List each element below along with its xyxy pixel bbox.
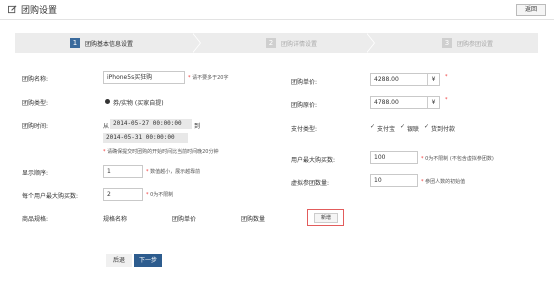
max-per-user-hint: * 0为不限制 xyxy=(146,192,174,198)
back-button[interactable]: 返回 xyxy=(516,4,546,16)
required-mark: * xyxy=(445,97,448,103)
time-from-label: 从 xyxy=(103,123,110,130)
page-header: 团购设置 返回 xyxy=(0,0,554,20)
group-time-label: 团购时间: xyxy=(22,123,49,130)
original-price-label: 团购原价: xyxy=(291,102,318,109)
unit-price-value: 4288.00 xyxy=(374,76,399,83)
add-spec-button[interactable]: 新增 xyxy=(314,213,338,223)
type-radio[interactable] xyxy=(105,99,110,104)
start-time-input[interactable]: 2014-05-27 00:00:00 xyxy=(110,119,192,129)
time-to-label: 到 xyxy=(194,123,201,130)
step-number: 3 xyxy=(442,38,452,48)
spec-col-name: 规格名称 xyxy=(103,216,128,223)
display-order-hint: * 数值越小，展示越靠前 xyxy=(146,169,201,175)
step-basic-info[interactable]: 1 团购基本信息设置 xyxy=(15,33,192,53)
user-max-input[interactable]: 100 xyxy=(370,151,418,164)
step-label: 团购详情设置 xyxy=(281,41,318,48)
required-mark: * xyxy=(445,74,448,80)
step-participation[interactable]: 3 团购参团设置 xyxy=(366,33,538,53)
group-type-label: 团购类型: xyxy=(22,100,49,107)
step-label: 团购参团设置 xyxy=(457,41,494,48)
step-progress: 1 团购基本信息设置 2 团购详情设置 3 团购参团设置 xyxy=(15,33,538,53)
edit-icon xyxy=(8,5,17,14)
step-divider xyxy=(192,33,200,53)
user-max-label: 用户最大购买数: xyxy=(291,157,336,164)
group-name-label: 团购名称: xyxy=(22,76,49,83)
end-time-input[interactable]: 2014-05-31 00:00:00 xyxy=(103,133,188,143)
unit-price-label: 团购单价: xyxy=(291,79,318,86)
original-price-value: 4788.00 xyxy=(374,99,399,106)
payment-type-label: 支付类型: xyxy=(291,126,318,133)
checkbox-checked-icon[interactable]: ✓ xyxy=(400,124,406,130)
type-option-label: 券/实物 (买家自提) xyxy=(113,100,164,107)
display-order-label: 显示顺序: xyxy=(22,170,49,177)
step-label: 团购基本信息设置 xyxy=(85,41,134,48)
page-title: 团购设置 xyxy=(21,6,58,16)
currency-icon: ¥ xyxy=(427,74,439,85)
virtual-count-hint: * 参团人数的初始值 xyxy=(421,179,466,185)
spec-col-price: 团购单价 xyxy=(172,216,197,223)
step-number: 1 xyxy=(70,38,80,48)
step-details[interactable]: 2 团购详情设置 xyxy=(192,33,366,53)
user-max-hint: * 0为不限制 (不包含虚拟参团数) xyxy=(421,156,494,162)
spec-label: 商品规格: xyxy=(22,216,49,223)
payment-option-cod: 货到付款 xyxy=(431,126,456,133)
display-order-input[interactable]: 1 xyxy=(103,165,143,178)
max-per-user-label: 每个用户最大购买数: xyxy=(22,193,79,200)
add-spec-highlight: 新增 xyxy=(307,209,344,226)
payment-option-alipay: 支付宝 xyxy=(377,126,396,133)
group-time-hint: * 请确保提交时团购的开始时间比当前时间晚20分钟 xyxy=(103,149,219,155)
original-price-input[interactable]: 4788.00 ¥ xyxy=(370,96,440,109)
group-name-input[interactable]: iPhone5s买狂购 xyxy=(103,71,185,84)
step-number: 2 xyxy=(266,38,276,48)
step-divider xyxy=(366,33,374,53)
prev-button[interactable]: 后退 xyxy=(106,254,132,267)
currency-icon: ¥ xyxy=(427,97,439,108)
checkbox-checked-icon[interactable]: ✓ xyxy=(424,124,430,130)
group-name-hint: * 请不要多于20字 xyxy=(188,75,229,81)
next-button[interactable]: 下一步 xyxy=(134,254,162,267)
max-per-user-input[interactable]: 2 xyxy=(103,188,143,201)
unit-price-input[interactable]: 4288.00 ¥ xyxy=(370,73,440,86)
payment-option-unionpay: 银联 xyxy=(407,126,420,133)
spec-col-qty: 团购数量 xyxy=(241,216,266,223)
checkbox-checked-icon[interactable]: ✓ xyxy=(370,124,376,130)
virtual-count-input[interactable]: 10 xyxy=(370,174,418,187)
virtual-count-label: 虚拟参团数量: xyxy=(291,180,330,187)
